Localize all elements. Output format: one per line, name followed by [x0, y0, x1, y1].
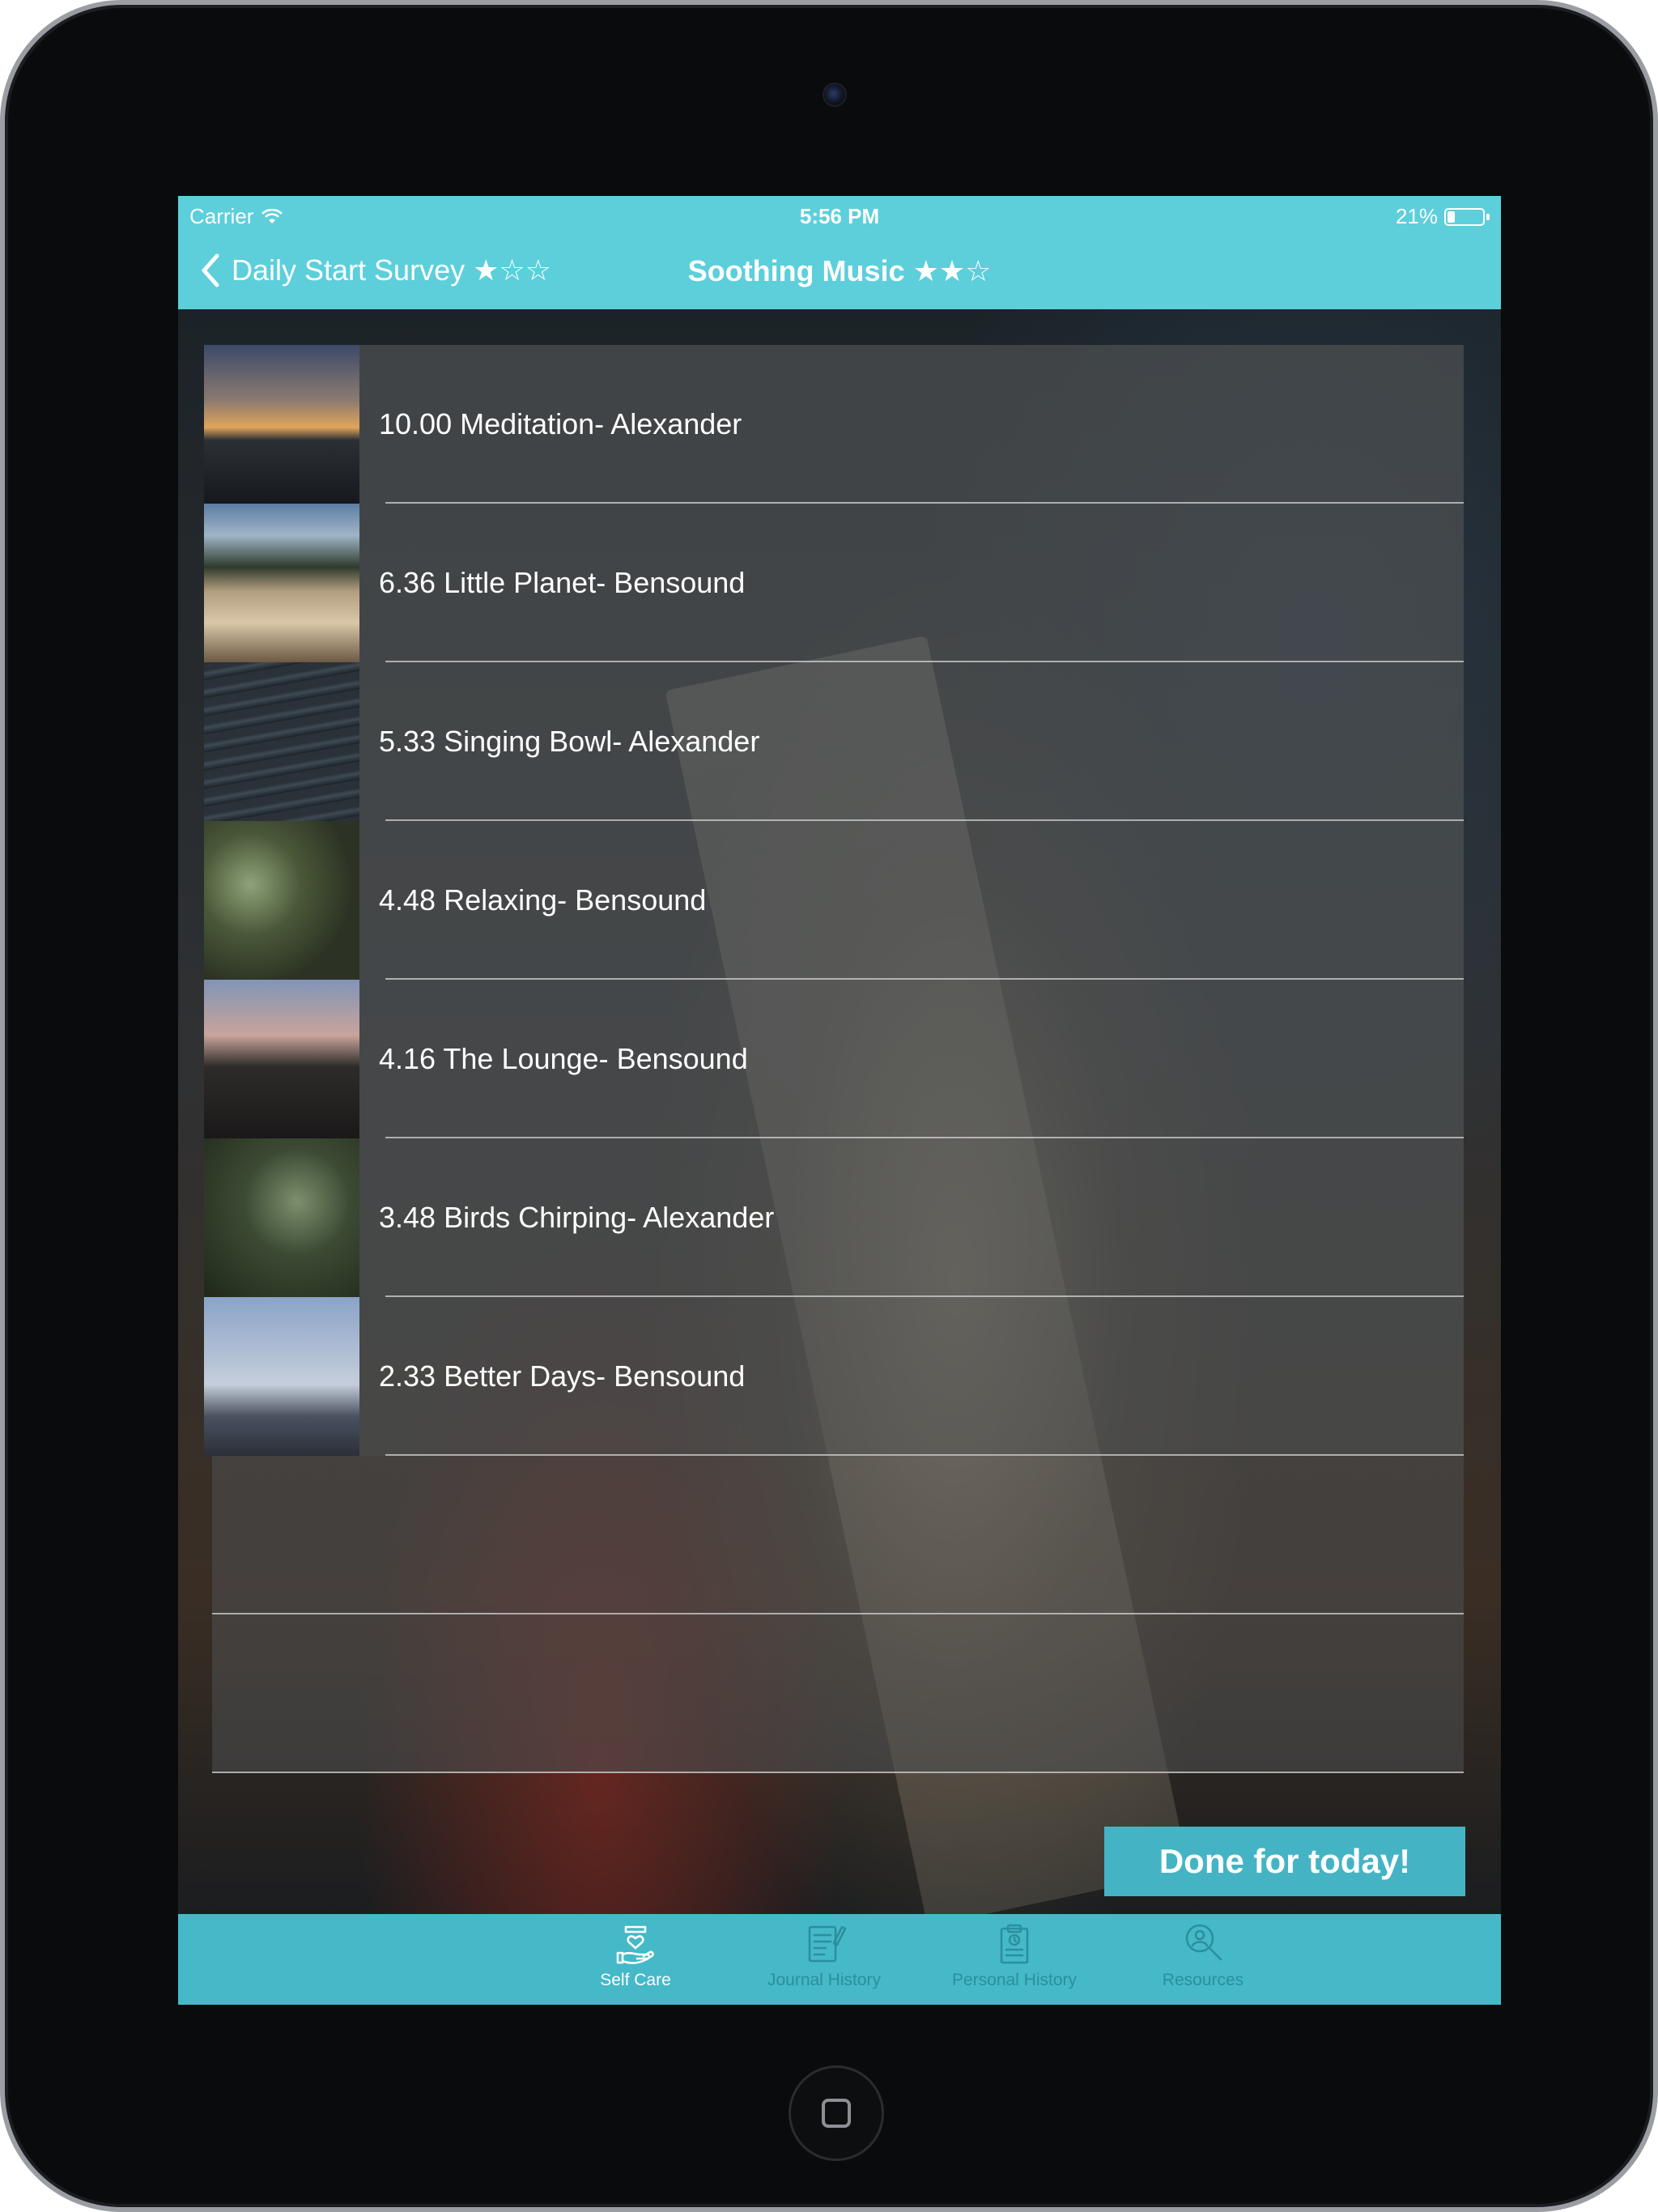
track-list: 10.00 Meditation- Alexander 6.36 Little … [204, 345, 1464, 1791]
tab-journal-history[interactable]: Journal History [731, 1919, 917, 2000]
track-label: 10.00 Meditation- Alexander [379, 407, 742, 440]
track-thumbnail [204, 821, 359, 980]
track-thumbnail [204, 1138, 359, 1297]
front-camera [823, 83, 847, 107]
tab-label: Self Care [600, 1971, 671, 1989]
ipad-frame: Carrier 5:56 PM 21% Daily Start Survey ★… [0, 0, 1658, 2212]
track-row[interactable]: 3.48 Birds Chirping- Alexander [204, 1138, 1464, 1297]
tab-self-care[interactable]: Self Care [542, 1919, 729, 2000]
battery-icon [1444, 207, 1485, 226]
row-divider [212, 1772, 1464, 1773]
home-button[interactable] [789, 2065, 884, 2161]
home-square-icon [822, 2099, 851, 2128]
track-label: 4.48 Relaxing- Bensound [379, 883, 707, 917]
clipboard-clock-icon [1000, 1924, 1029, 1964]
track-row[interactable]: 4.16 The Lounge- Bensound [204, 980, 1464, 1138]
track-thumbnail [204, 504, 359, 662]
track-row[interactable]: 4.48 Relaxing- Bensound [204, 821, 1464, 980]
notepad-icon [808, 1925, 847, 1963]
track-row[interactable]: 6.36 Little Planet- Bensound [204, 504, 1464, 662]
track-label: 2.33 Better Days- Bensound [379, 1359, 746, 1393]
app-screen: Carrier 5:56 PM 21% Daily Start Survey ★… [178, 196, 1501, 2005]
track-row[interactable]: 5.33 Singing Bowl- Alexander [204, 662, 1464, 821]
search-person-icon [1185, 1924, 1222, 1961]
track-thumbnail [204, 345, 359, 504]
status-time: 5:56 PM [799, 204, 880, 228]
track-row[interactable]: 2.33 Better Days- Bensound [204, 1297, 1464, 1456]
track-thumbnail [204, 980, 359, 1138]
track-label: 6.36 Little Planet- Bensound [379, 566, 746, 599]
tab-personal-history[interactable]: Personal History [921, 1919, 1107, 2000]
track-row[interactable]: 10.00 Meditation- Alexander [204, 345, 1464, 504]
page-title: Soothing Music ★★☆ [687, 254, 992, 287]
done-for-today-button[interactable]: Done for today! [1104, 1827, 1465, 1896]
track-label: 3.48 Birds Chirping- Alexander [379, 1201, 775, 1234]
track-label: 4.16 The Lounge- Bensound [379, 1042, 748, 1075]
tab-resources[interactable]: Resources [1110, 1919, 1296, 2000]
navigation-bar: Daily Start Survey ★☆☆ Soothing Music ★★… [178, 235, 1501, 309]
empty-row [212, 1614, 1464, 1773]
status-bar: Carrier 5:56 PM 21% [178, 196, 1501, 235]
tab-label: Personal History [951, 1971, 1078, 1989]
tab-bar: Self Care Journal History Personal Histo… [178, 1914, 1501, 2005]
track-thumbnail [204, 662, 359, 821]
tab-label: Journal History [767, 1971, 882, 1989]
tab-label: Resources [1162, 1971, 1244, 1989]
track-label: 5.33 Singing Bowl- Alexander [379, 725, 760, 758]
track-thumbnail [204, 1297, 359, 1456]
battery-percent: 21% [1395, 204, 1438, 228]
empty-row [212, 1456, 1464, 1614]
battery-indicator: 21% [1396, 204, 1490, 229]
hand-heart-icon [616, 1925, 654, 1964]
